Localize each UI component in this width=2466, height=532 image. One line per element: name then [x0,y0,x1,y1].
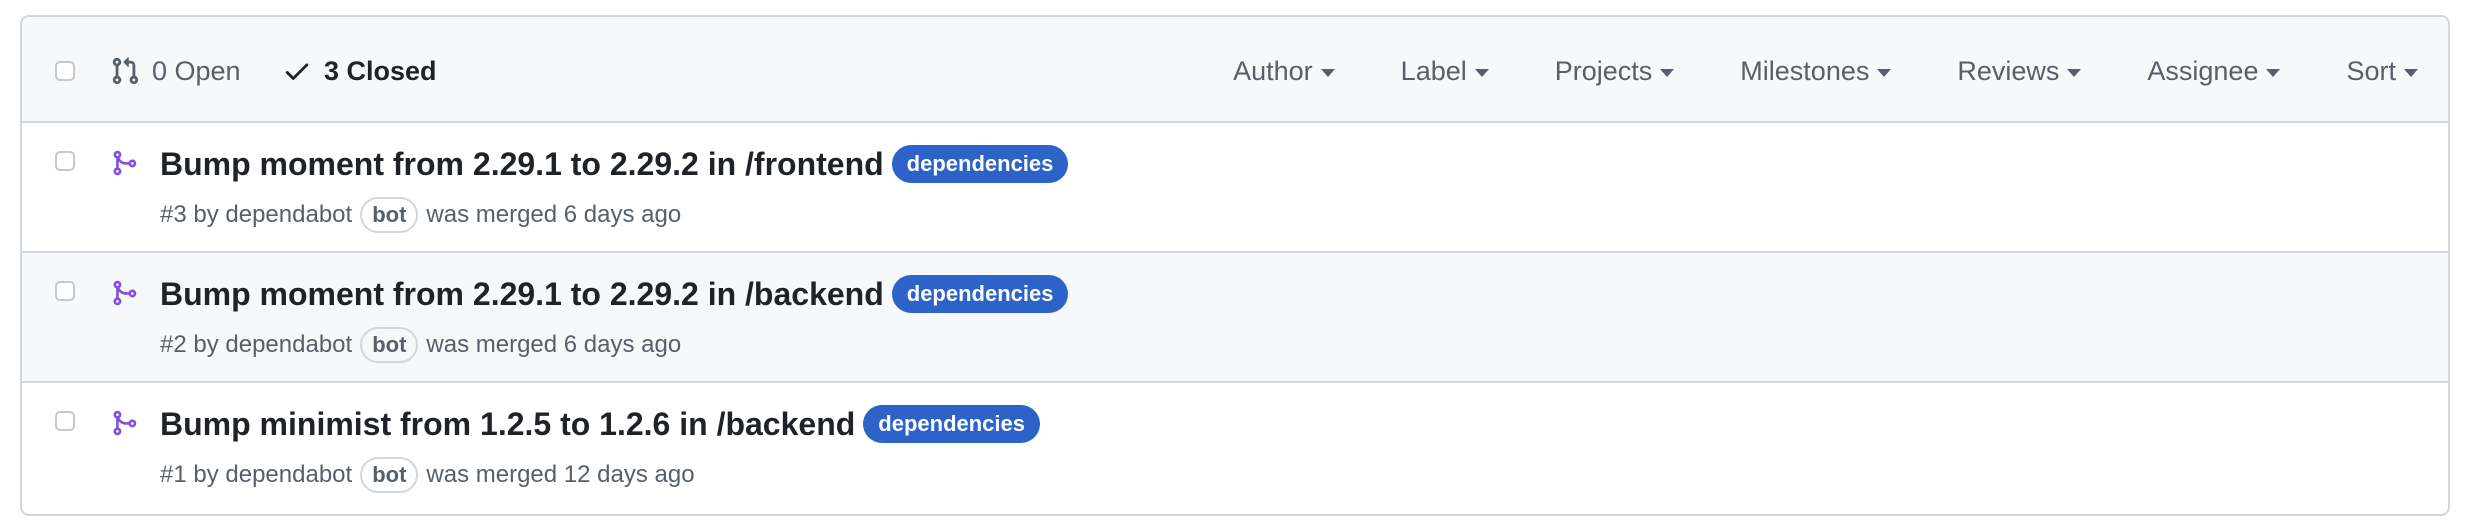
pull-request-row: Bump moment from 2.29.1 to 2.29.2 in /ba… [22,253,2448,383]
milestones-filter-dropdown[interactable]: Milestones [1740,55,1892,87]
pull-request-title-link[interactable]: Bump minimist from 1.2.5 to 1.2.6 in /ba… [160,406,855,443]
row-title-line: Bump minimist from 1.2.5 to 1.2.6 in /ba… [160,403,1040,445]
reviews-filter-dropdown[interactable]: Reviews [1957,55,2082,87]
caret-down-icon [1320,68,1335,77]
caret-down-icon [1660,68,1675,77]
open-filter-link[interactable]: 0 Open [110,53,241,89]
dependencies-label[interactable]: dependencies [863,405,1040,443]
pull-request-row: Bump minimist from 1.2.5 to 1.2.6 in /ba… [22,383,2448,513]
projects-filter-label: Projects [1554,55,1653,86]
caret-down-icon [2404,68,2418,77]
row-meta: #2 by dependabot bot was merged 6 days a… [160,325,681,365]
git-merge-icon [113,410,137,436]
pull-request-title-link[interactable]: Bump moment from 2.29.1 to 2.29.2 in /fr… [160,146,884,183]
select-all-checkbox[interactable] [55,61,75,81]
merged-status: was merged 6 days ago [426,331,682,358]
pull-request-title-link[interactable]: Bump moment from 2.29.1 to 2.29.2 in /ba… [160,276,884,313]
git-merge-icon [113,280,137,306]
merged-status: was merged 6 days ago [426,201,682,228]
row-title-line: Bump moment from 2.29.1 to 2.29.2 in /ba… [160,273,1069,315]
row-title-line: Bump moment from 2.29.1 to 2.29.2 in /fr… [160,143,1069,185]
bot-badge: bot [360,457,419,493]
pull-request-list: 0 Open 3 Closed Author Label Projects Mi… [20,15,2450,516]
git-pull-request-icon [112,57,139,85]
label-filter-dropdown[interactable]: Label [1401,56,1489,87]
author-filter-label: Author [1233,55,1313,86]
label-filter-label: Label [1400,55,1467,86]
bot-badge: bot [360,197,419,233]
sort-dropdown[interactable]: Sort [2346,56,2418,87]
reviews-filter-label: Reviews [1957,55,2060,86]
caret-down-icon [2266,68,2281,77]
row-checkbox[interactable] [55,151,75,171]
author-filter-dropdown[interactable]: Author [1233,56,1335,87]
check-icon [285,63,309,80]
row-checkbox[interactable] [55,281,75,301]
caret-down-icon [1474,68,1489,77]
closed-filter-link[interactable]: 3 Closed [282,53,437,89]
closed-count-label: 3 Closed [324,55,437,86]
projects-filter-dropdown[interactable]: Projects [1555,56,1675,87]
pull-request-number-author[interactable]: #1 by dependabot [160,461,352,489]
caret-down-icon [2067,68,2082,77]
filter-bar: Author Label Projects Milestones Reviews… [1233,53,2418,89]
row-meta: #1 by dependabot bot was merged 12 days … [160,455,695,495]
pull-request-number-author[interactable]: #3 by dependabot [160,201,352,229]
open-count-label: 0 Open [152,55,241,86]
list-header: 0 Open 3 Closed Author Label Projects Mi… [22,17,2448,123]
row-meta: #3 by dependabot bot was merged 6 days a… [160,195,681,235]
bot-badge: bot [360,327,419,363]
assignee-filter-dropdown[interactable]: Assignee [2147,55,2281,87]
row-checkbox[interactable] [55,411,75,431]
pull-request-number-author[interactable]: #2 by dependabot [160,331,352,359]
dependencies-label[interactable]: dependencies [891,145,1069,183]
caret-down-icon [1877,68,1892,77]
sort-label: Sort [2346,55,2396,86]
dependencies-label[interactable]: dependencies [891,275,1069,313]
assignee-filter-label: Assignee [2147,55,2259,86]
merged-status: was merged 12 days ago [426,461,695,488]
milestones-filter-label: Milestones [1740,55,1870,86]
pull-request-row: Bump moment from 2.29.1 to 2.29.2 in /fr… [22,123,2448,253]
git-merge-icon [113,150,137,176]
